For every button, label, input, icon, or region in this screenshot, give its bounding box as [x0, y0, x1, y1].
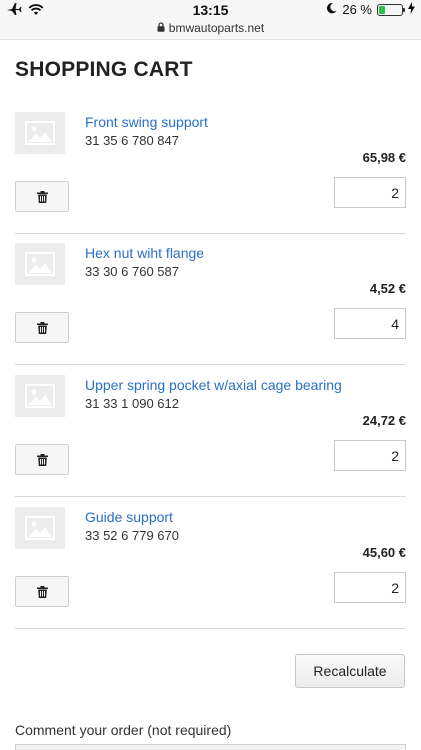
address-bar[interactable]: bmwautoparts.net	[0, 21, 421, 35]
lock-icon	[157, 21, 165, 35]
product-price: 4,52 €	[369, 281, 406, 296]
image-placeholder-icon	[25, 252, 55, 276]
battery-percent: 26 %	[342, 2, 372, 17]
battery-icon	[377, 3, 405, 16]
product-image-placeholder[interactable]	[15, 507, 65, 549]
trash-icon	[36, 585, 48, 598]
comment-textarea[interactable]	[15, 744, 406, 750]
image-placeholder-icon	[25, 121, 55, 145]
trash-icon	[36, 453, 48, 466]
product-code: 33 52 6 779 670	[85, 528, 179, 543]
product-name-link[interactable]: Upper spring pocket w/axial cage bearing	[85, 377, 342, 393]
battery-level-fill	[379, 5, 385, 14]
moon-icon	[326, 2, 337, 17]
product-image-placeholder[interactable]	[15, 375, 65, 417]
product-price: 45,60 €	[362, 545, 406, 560]
product-name-link[interactable]: Front swing support	[85, 114, 208, 130]
delete-item-button[interactable]	[15, 312, 69, 343]
charging-icon	[408, 2, 415, 17]
cart-item: Hex nut wiht flange 33 30 6 760 587 4,52…	[15, 243, 406, 365]
comment-label: Comment your order (not required)	[15, 722, 232, 738]
product-code: 31 33 1 090 612	[85, 396, 179, 411]
trash-icon	[36, 190, 48, 203]
product-price: 65,98 €	[362, 150, 406, 165]
image-placeholder-icon	[25, 384, 55, 408]
product-code: 33 30 6 760 587	[85, 264, 179, 279]
status-right: 26 %	[326, 2, 415, 17]
cart-item: Upper spring pocket w/axial cage bearing…	[15, 375, 406, 497]
delete-item-button[interactable]	[15, 181, 69, 212]
product-price: 24,72 €	[362, 413, 406, 428]
trash-icon	[36, 321, 48, 334]
cart-item: Guide support 33 52 6 779 670 45,60 €	[15, 507, 406, 629]
delete-item-button[interactable]	[15, 444, 69, 475]
product-name-link[interactable]: Hex nut wiht flange	[85, 245, 204, 261]
quantity-input[interactable]	[334, 572, 406, 603]
product-image-placeholder[interactable]	[15, 243, 65, 285]
quantity-input[interactable]	[334, 177, 406, 208]
product-image-placeholder[interactable]	[15, 112, 65, 154]
image-placeholder-icon	[25, 516, 55, 540]
delete-item-button[interactable]	[15, 576, 69, 607]
product-code: 31 35 6 780 847	[85, 133, 179, 148]
url-text: bmwautoparts.net	[168, 21, 265, 35]
cart-item: Front swing support 31 35 6 780 847 65,9…	[15, 112, 406, 234]
quantity-input[interactable]	[334, 308, 406, 339]
recalculate-button[interactable]: Recalculate	[295, 654, 405, 688]
product-name-link[interactable]: Guide support	[85, 509, 173, 525]
status-bar: 13:15 26 % bmwautoparts.net	[0, 0, 421, 40]
quantity-input[interactable]	[334, 440, 406, 471]
page-title: SHOPPING CART	[15, 58, 193, 81]
